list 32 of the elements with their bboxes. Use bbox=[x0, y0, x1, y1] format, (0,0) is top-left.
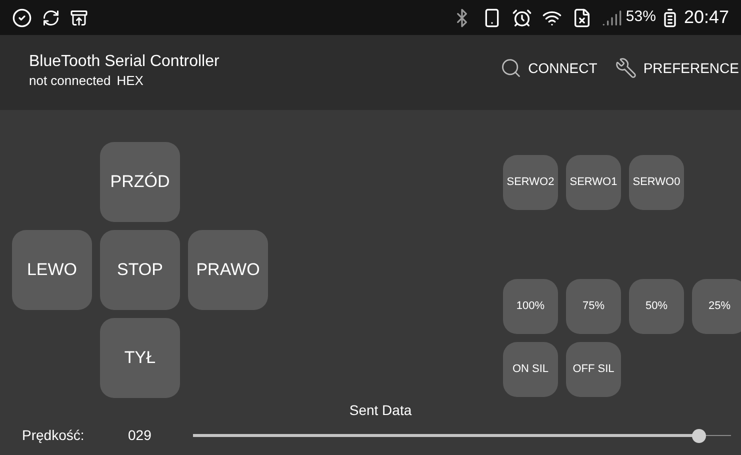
servo-button[interactable]: SERWO1 bbox=[566, 155, 621, 210]
slider-thumb[interactable] bbox=[692, 428, 706, 442]
app-title: BlueTooth Serial Controller bbox=[29, 52, 220, 72]
direction-button[interactable]: LEWO bbox=[12, 230, 92, 310]
search-icon bbox=[500, 57, 522, 79]
battery-percent: 53% bbox=[626, 7, 656, 28]
speed-slider[interactable] bbox=[193, 428, 731, 444]
direction-button[interactable]: STOP bbox=[100, 230, 180, 310]
wrench-icon bbox=[615, 57, 638, 79]
preference-button[interactable]: PREFERENCE bbox=[615, 57, 739, 79]
check-circle-icon bbox=[12, 8, 32, 28]
servo-button[interactable]: SERWO0 bbox=[629, 155, 684, 210]
power-button[interactable]: OFF SIL bbox=[566, 342, 621, 397]
connect-button[interactable]: CONNECT bbox=[500, 57, 598, 79]
direction-button[interactable]: TYŁ bbox=[100, 318, 180, 398]
signal-icon bbox=[602, 8, 622, 28]
sync-icon bbox=[42, 8, 60, 26]
speed-button[interactable]: 50% bbox=[629, 279, 684, 334]
direction-button[interactable]: PRAWO bbox=[188, 230, 268, 310]
speed-label: Prędkość: bbox=[22, 426, 86, 445]
sent-data-label: Sent Data bbox=[349, 401, 412, 420]
speed-button[interactable]: 25% bbox=[692, 279, 741, 334]
speed-button[interactable]: 75% bbox=[566, 279, 621, 334]
power-button[interactable]: ON SIL bbox=[503, 342, 558, 397]
alarm-icon bbox=[512, 8, 532, 28]
connection-status: not connected bbox=[29, 72, 111, 90]
direction-button[interactable]: PRZÓD bbox=[100, 142, 180, 222]
clock-time: 20:47 bbox=[684, 6, 729, 29]
servo-button[interactable]: SERWO2 bbox=[503, 155, 558, 210]
speed-button[interactable]: 100% bbox=[503, 279, 558, 334]
speed-value: 029 bbox=[128, 426, 152, 445]
mode-label: HEX bbox=[116, 72, 144, 90]
